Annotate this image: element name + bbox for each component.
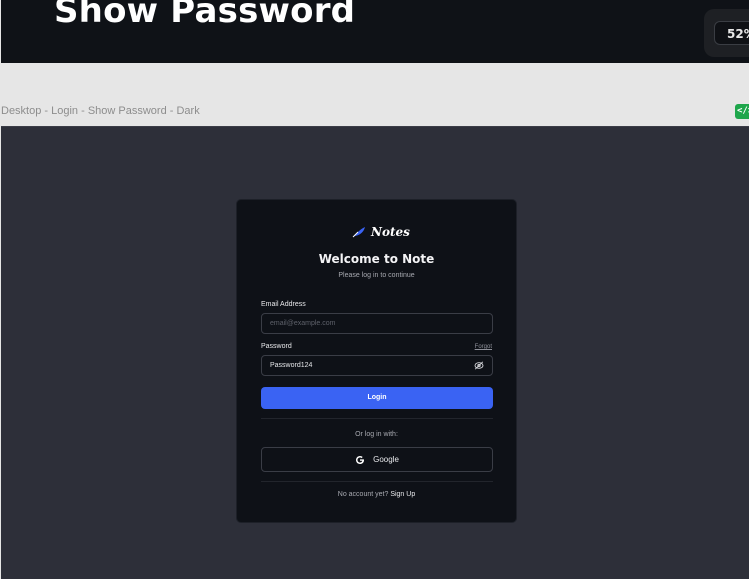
signup-link[interactable]: Sign Up	[390, 491, 415, 498]
google-login-button[interactable]: Google	[261, 447, 493, 472]
password-field[interactable]: Password124	[261, 355, 493, 376]
page-subtitle: Please log in to continue	[338, 272, 415, 279]
google-button-label: Google	[373, 455, 399, 464]
email-label: Email Address	[261, 301, 306, 308]
code-icon[interactable]: </>	[735, 104, 749, 119]
signup-prompt-text: No account yet?	[337, 491, 389, 498]
login-card: Notes Welcome to Note Please log in to c…	[236, 199, 517, 523]
or-login-with-text: Or log in with:	[355, 431, 398, 438]
design-canvas: Notes Welcome to Note Please log in to c…	[1, 126, 749, 579]
logo-text: Notes	[371, 225, 410, 239]
top-banner: Show Password 52%	[1, 0, 749, 63]
divider	[261, 418, 493, 419]
zoom-level[interactable]: 52%	[714, 21, 749, 45]
signup-prompt: No account yet? Sign Up	[237, 491, 516, 498]
feather-logo-icon	[352, 227, 365, 238]
app-logo: Notes	[352, 224, 410, 240]
frame-label[interactable]: Desktop - Login - Show Password - Dark	[1, 105, 200, 117]
google-icon	[356, 455, 365, 464]
email-field[interactable]: email@example.com	[261, 313, 493, 334]
login-button[interactable]: Login	[261, 387, 493, 409]
divider	[261, 481, 493, 482]
password-label: Password	[261, 343, 292, 350]
banner-title: Show Password	[54, 0, 356, 31]
forgot-password-link[interactable]: Forgot	[475, 344, 492, 350]
zoom-control: 52%	[704, 9, 749, 57]
password-value: Password124	[270, 362, 313, 369]
eye-slash-icon[interactable]	[474, 361, 484, 372]
page-title: Welcome to Note	[318, 252, 435, 266]
